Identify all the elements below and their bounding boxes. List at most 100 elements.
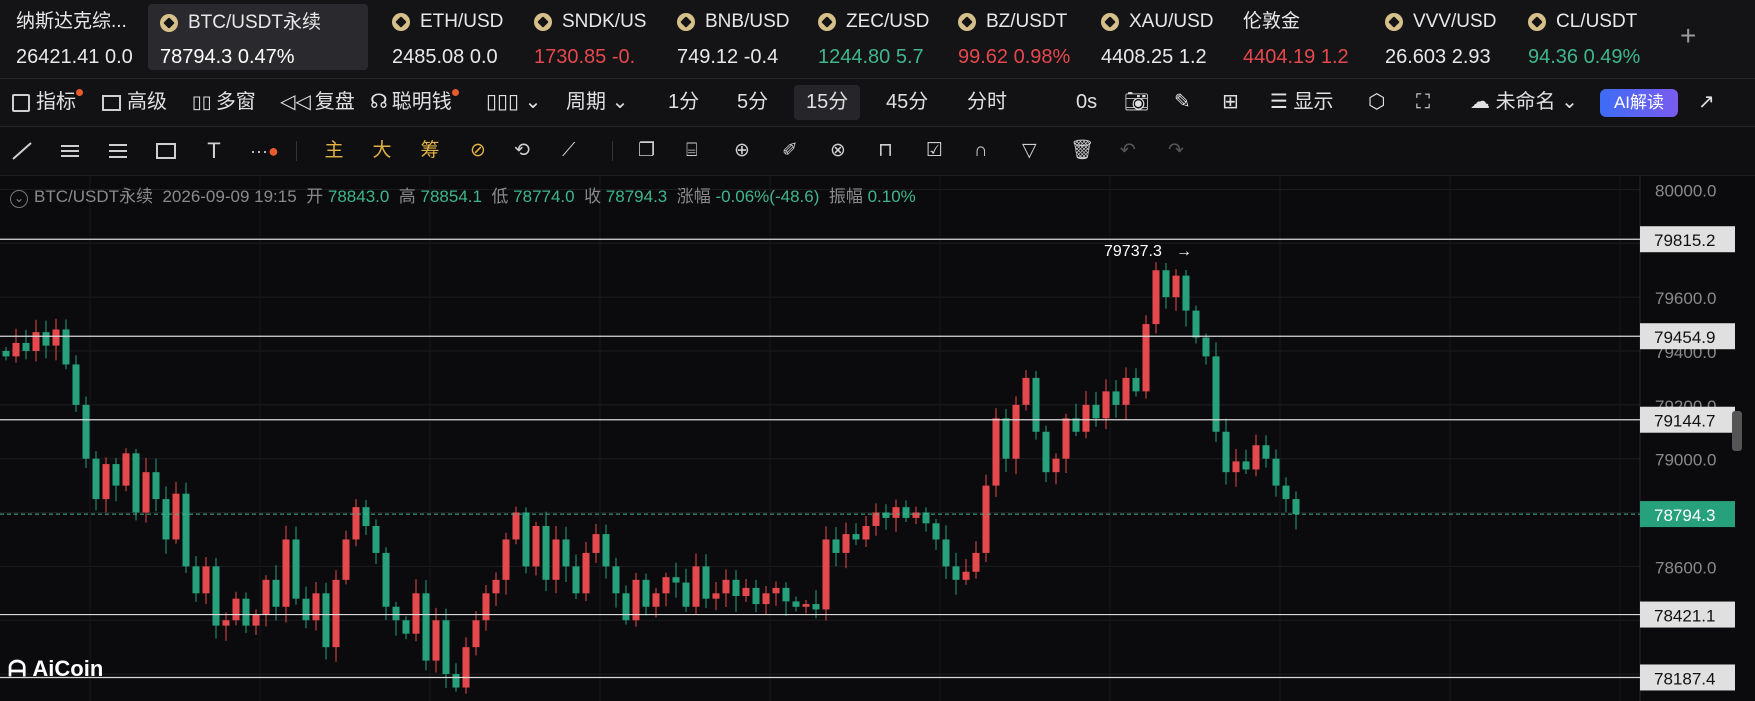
layout-dropdown[interactable]: ☁ 未命名 ⌄ (1470, 79, 1578, 126)
sync-icon[interactable]: ⟲ (514, 139, 538, 163)
candle-body (1082, 404, 1090, 432)
candle-body (302, 598, 310, 621)
replay-button[interactable]: ◁◁ 复盘 (280, 79, 355, 126)
ticker-price: 26.603 2.93 (1385, 46, 1491, 68)
info-datetime: 2026-09-09 19:15 (162, 187, 297, 206)
indicators-button[interactable]: 指标 (12, 79, 83, 126)
price-line-label: 78187.4 (1654, 669, 1715, 688)
chip-button[interactable]: 筹 (418, 139, 442, 163)
candle-body (982, 485, 990, 553)
ticker-1[interactable]: BTC/USDT永续 78794.3 0.47% (148, 4, 368, 70)
candle-body (662, 577, 670, 594)
fib-lines-icon[interactable] (106, 139, 130, 163)
candle-body (892, 507, 900, 518)
candle-body (262, 579, 270, 615)
more-tools-icon[interactable]: ···● (250, 139, 279, 163)
filter-icon[interactable]: ▽ (1022, 139, 1046, 163)
redo-icon[interactable]: ↷ (1168, 139, 1192, 163)
ticker-name-text: 纳斯达克综... (16, 11, 127, 32)
period-15m[interactable]: 15分 (794, 85, 861, 120)
parallel-lines-icon[interactable] (58, 139, 82, 163)
highlight-icon[interactable]: ⊘ (466, 139, 490, 163)
period-1m[interactable]: 1分 (668, 79, 699, 126)
indicators-label: 指标 (36, 91, 76, 113)
candle-body (272, 579, 280, 607)
undo-icon[interactable]: ↶ (1120, 139, 1144, 163)
ticker-8[interactable]: 伦敦金 4404.19 1.2 (1243, 0, 1370, 78)
settings-icon[interactable]: ⬡ (1368, 79, 1385, 126)
layout-label: 未命名 (1495, 91, 1556, 113)
candle-body (512, 512, 520, 540)
rectangle-icon[interactable] (154, 139, 178, 163)
add-panel-icon[interactable]: ⊞ (1222, 79, 1239, 126)
camera-icon[interactable]: 📷︎ (1124, 79, 1149, 126)
trendline-icon[interactable] (10, 139, 34, 163)
magnet-icon[interactable]: ∩ (974, 139, 998, 163)
candle-body (602, 534, 610, 567)
advanced-button[interactable]: 高级 (102, 79, 167, 126)
candle-body (362, 507, 370, 526)
period-5m[interactable]: 5分 (737, 79, 768, 126)
ticker-2[interactable]: ETH/USD 2485.08 0.0 (392, 0, 522, 78)
edit-list-icon[interactable]: ☑ (926, 139, 950, 163)
ticker-9[interactable]: VVV/USD 26.603 2.93 (1385, 0, 1512, 78)
text-icon[interactable]: T (202, 139, 226, 163)
share-icon[interactable]: ↗ (1698, 79, 1715, 126)
hide-icon[interactable]: ⊗ (830, 139, 854, 163)
ticker-4[interactable]: BNB/USD 749.12 -0.4 (677, 0, 802, 78)
zoom-in-icon[interactable]: ⊕ (734, 139, 758, 163)
candle-body (1282, 485, 1290, 500)
advanced-label: 高级 (127, 91, 167, 113)
ticker-7[interactable]: XAU/USD 4408.25 1.2 (1101, 0, 1228, 78)
multi-window-button[interactable]: ▯▯ 多窗 (192, 79, 256, 126)
ticker-5[interactable]: ZEC/USD 1244.80 5.7 (818, 0, 943, 78)
candle-body (1232, 461, 1240, 473)
countdown-label[interactable]: 0s (1076, 79, 1097, 126)
candle-body (1272, 458, 1280, 486)
ruler-icon[interactable]: ⌸ (686, 139, 710, 163)
grid-icon: ▯▯ (192, 92, 212, 112)
display-button[interactable]: ☰ 显示 (1270, 79, 1334, 126)
copy-icon[interactable]: ❐ (638, 139, 662, 163)
candle-body (942, 539, 950, 567)
trash-icon[interactable]: 🗑︎ (1070, 139, 1094, 163)
candle-body (962, 571, 970, 580)
price-chart[interactable]: 80000.079600.079400.079200.079000.078600… (0, 176, 1755, 701)
open-label: 开 (306, 187, 324, 206)
collapse-icon[interactable]: ⌄ (10, 190, 28, 208)
candle-body (742, 587, 750, 596)
ticker-10[interactable]: CL/USDT 94.36 0.49% (1528, 0, 1655, 78)
lock-icon[interactable]: ⊓ (878, 139, 902, 163)
ticker-name: VVV/USD (1385, 10, 1512, 34)
candle-body (242, 598, 250, 626)
candle-body (392, 606, 400, 621)
period-dropdown[interactable]: 周期 ⌄ (566, 79, 628, 126)
ticker-price: 4404.19 1.2 (1243, 46, 1349, 68)
y-tick-label: 79600.0 (1655, 289, 1716, 308)
ticker-3[interactable]: SNDK/US 1730.85 -0. (534, 0, 661, 78)
big-order-button[interactable]: 大 (370, 139, 394, 163)
candle-body (322, 593, 330, 648)
ticker-price: 78794.3 0.47% (160, 46, 295, 68)
candle-body (162, 499, 170, 540)
ai-interpret-button[interactable]: AI解读 (1600, 89, 1678, 117)
eraser-icon[interactable]: ✐ (782, 139, 806, 163)
high-value: 78854.1 (420, 187, 482, 206)
chart-type-button[interactable]: ▯▯▯ ⌄ (486, 79, 541, 126)
ticker-0[interactable]: 纳斯达克综... 26421.41 0.0 (16, 0, 138, 78)
arrow-right-icon: → (1176, 243, 1192, 260)
period-45m[interactable]: 45分 (886, 79, 928, 126)
fullscreen-icon[interactable]: ⛶ (1416, 79, 1430, 126)
candle-body (542, 526, 550, 580)
smart-money-button[interactable]: ☊ 聪明钱 (370, 79, 459, 126)
measure-icon[interactable]: ⟋ (562, 139, 586, 163)
ticker-name-text: ETH/USD (420, 11, 504, 32)
pencil-icon[interactable]: ✎ (1174, 79, 1191, 126)
candle-body (1052, 458, 1060, 473)
add-ticker-button[interactable]: + (1680, 20, 1696, 52)
ticker-6[interactable]: BZ/USDT 99.62 0.98% (958, 0, 1085, 78)
main-indicator-button[interactable]: 主 (322, 139, 346, 163)
scroll-handle[interactable] (1732, 411, 1742, 451)
candle-body (72, 364, 80, 405)
time-sharing-button[interactable]: 分时 (967, 79, 1007, 126)
